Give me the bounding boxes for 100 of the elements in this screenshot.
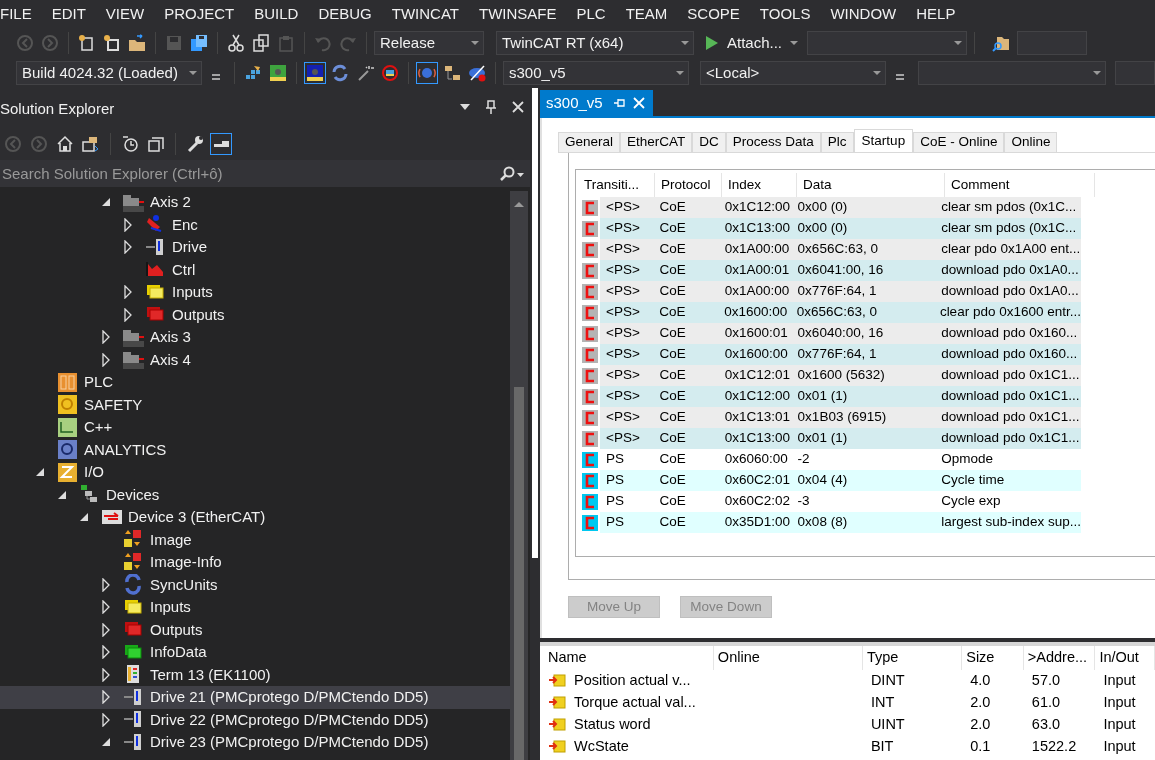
attach-button[interactable]: Attach... bbox=[705, 34, 799, 52]
column-header[interactable]: >Addre... bbox=[1023, 646, 1096, 670]
preview-icon[interactable] bbox=[210, 133, 232, 155]
table-row[interactable]: <PS> CoE 0x1A00:00 0x776F:64, 1 download pdo 0x1A0... bbox=[578, 281, 1081, 302]
expand-arrow-icon[interactable] bbox=[101, 667, 111, 682]
menu-item[interactable]: PLC bbox=[566, 0, 616, 28]
save-all-icon[interactable] bbox=[188, 32, 210, 54]
menu-item[interactable]: TOOLS bbox=[749, 0, 821, 28]
tree-item[interactable]: Drive 21 (PMCprotego D/PMCtendo DD5) bbox=[0, 686, 510, 709]
tree-item[interactable]: Inputs bbox=[0, 596, 510, 619]
table-row[interactable]: <PS> CoE 0x1A00:00 0x656C:63, 0 clear pdo 0x1A00 ent... bbox=[578, 239, 1081, 260]
folder-icon[interactable] bbox=[126, 32, 148, 54]
menu-item[interactable]: BUILD bbox=[244, 0, 309, 28]
menu-item[interactable]: TEAM bbox=[615, 0, 678, 28]
table-row[interactable]: <PS> CoE 0x1C13:01 0x1B03 (6915) download pdo 0x1C1... bbox=[578, 407, 1081, 428]
column-header[interactable]: Type bbox=[862, 646, 963, 670]
expand-arrow-icon[interactable] bbox=[101, 712, 111, 727]
menu-item[interactable]: WINDOW bbox=[820, 0, 907, 28]
expand-arrow-icon[interactable] bbox=[123, 217, 133, 232]
menu-item[interactable]: TWINSAFE bbox=[468, 0, 567, 28]
tree-item[interactable]: Axis 4 bbox=[0, 348, 510, 371]
scrollbar[interactable] bbox=[510, 191, 528, 760]
tree-item[interactable]: Outputs bbox=[0, 303, 510, 326]
collapse-arrow-icon[interactable] bbox=[35, 467, 45, 478]
tree-item[interactable]: Outputs bbox=[0, 618, 510, 641]
column-header[interactable]: In/Out bbox=[1095, 646, 1155, 670]
copy-icon[interactable] bbox=[250, 32, 272, 54]
gear-icon[interactable] bbox=[267, 62, 289, 84]
tree-item[interactable]: Devices bbox=[0, 483, 510, 506]
tree-item[interactable]: SyncUnits bbox=[0, 573, 510, 596]
tab[interactable]: DC bbox=[692, 132, 726, 152]
tree-item[interactable]: Drive bbox=[0, 236, 510, 259]
tree-item[interactable]: InfoData bbox=[0, 641, 510, 664]
menu-item[interactable]: SCOPE bbox=[677, 0, 750, 28]
table-row[interactable]: <PS> CoE 0x1C12:00 0x00 (0) clear sm pdos (0x1C... bbox=[578, 197, 1081, 218]
tree-item[interactable]: ANALYTICS bbox=[0, 438, 510, 461]
table-row[interactable]: <PS> CoE 0x1C12:01 0x1600 (5632) download pdo 0x1C1... bbox=[578, 365, 1081, 386]
collapse-arrow-icon[interactable] bbox=[101, 737, 111, 748]
tree-item[interactable]: Ctrl bbox=[0, 258, 510, 281]
scroll-up-icon[interactable] bbox=[514, 201, 524, 207]
search-icon[interactable] bbox=[498, 166, 524, 183]
tree-item[interactable]: Device 3 (EtherCAT) bbox=[0, 506, 510, 529]
menu-item[interactable]: FILE bbox=[0, 0, 42, 28]
tab[interactable]: General bbox=[558, 132, 621, 152]
collapse-arrow-icon[interactable] bbox=[101, 197, 111, 208]
scissors-icon[interactable] bbox=[225, 32, 247, 54]
tree-item[interactable]: Image bbox=[0, 528, 510, 551]
menu-item[interactable]: VIEW bbox=[95, 0, 155, 28]
table-row[interactable]: <PS> CoE 0x1A00:01 0x6041:00, 16 download pdo 0x1A0... bbox=[578, 260, 1081, 281]
tree-item[interactable]: C++ bbox=[0, 416, 510, 439]
collapse-arrow-icon[interactable] bbox=[57, 489, 67, 500]
expand-arrow-icon[interactable] bbox=[123, 240, 133, 255]
tree-item[interactable]: Drive 23 (PMCprotego D/PMCtendo DD5) bbox=[0, 731, 510, 754]
menu-item[interactable]: EDIT bbox=[41, 0, 96, 28]
column-header[interactable]: Online bbox=[713, 646, 863, 670]
expand-arrow-icon[interactable] bbox=[101, 330, 111, 345]
tab[interactable]: Process Data bbox=[725, 132, 821, 152]
restart-icon[interactable] bbox=[379, 62, 401, 84]
menu-item[interactable]: DEBUG bbox=[308, 0, 382, 28]
menu-item[interactable]: PROJECT bbox=[154, 0, 245, 28]
platform-dropdown[interactable]: TwinCAT RT (x64) bbox=[496, 31, 694, 55]
close-icon[interactable] bbox=[512, 101, 524, 113]
tab[interactable]: EtherCAT bbox=[620, 132, 693, 152]
tab[interactable]: CoE - Online bbox=[913, 132, 1005, 152]
build-dropdown[interactable]: Build 4024.32 (Loaded) bbox=[16, 61, 202, 85]
gear-icon[interactable] bbox=[304, 62, 326, 84]
tree-item[interactable]: Drive 22 (PMCprotego D/PMCtendo DD5) bbox=[0, 708, 510, 731]
table-row[interactable]: <PS> CoE 0x1C13:00 0x00 (0) clear sm pdos (0x1C... bbox=[578, 218, 1081, 239]
menu-item[interactable]: TWINCAT bbox=[381, 0, 469, 28]
cycle-icon[interactable] bbox=[416, 62, 438, 84]
dropdown-icon[interactable] bbox=[460, 104, 470, 110]
tree-item[interactable]: SAFETY bbox=[0, 393, 510, 416]
expand-arrow-icon[interactable] bbox=[123, 285, 133, 300]
menu-item[interactable]: HELP bbox=[906, 0, 966, 28]
expand-arrow-icon[interactable] bbox=[101, 690, 111, 705]
expand-arrow-icon[interactable] bbox=[101, 600, 111, 615]
tree-item[interactable]: Term 13 (EK1100) bbox=[0, 663, 510, 686]
tree-item[interactable]: I/O bbox=[0, 461, 510, 484]
tree-item[interactable]: Image-Info bbox=[0, 551, 510, 574]
collapse-arrow-icon[interactable] bbox=[79, 512, 89, 523]
column-header[interactable]: Size bbox=[962, 646, 1024, 670]
table-row[interactable]: PS CoE 0x35D1:00 0x08 (8) largest sub-index sup... bbox=[578, 512, 1081, 533]
expand-arrow-icon[interactable] bbox=[101, 622, 111, 637]
expand-arrow-icon[interactable] bbox=[123, 307, 133, 322]
tab[interactable]: Plc bbox=[820, 132, 854, 152]
tree-item[interactable]: PLC bbox=[0, 371, 510, 394]
tab[interactable]: Startup bbox=[853, 129, 914, 152]
route-dropdown[interactable]: <Local> bbox=[700, 61, 886, 85]
table-row[interactable]: <PS> CoE 0x1600:01 0x6040:00, 16 download pdo 0x160... bbox=[578, 323, 1081, 344]
expand-arrow-icon[interactable] bbox=[101, 645, 111, 660]
tree-item[interactable]: Axis 3 bbox=[0, 326, 510, 349]
table-row[interactable]: PS CoE 0x60C2:01 0x04 (4) Cycle time bbox=[578, 470, 1081, 491]
table-row[interactable]: <PS> CoE 0x1600:00 0x656C:63, 0 clear pdo 0x1600 entr... bbox=[578, 302, 1081, 323]
table-row[interactable]: <PS> CoE 0x1600:00 0x776F:64, 1 download pdo 0x160... bbox=[578, 344, 1081, 365]
tree-item[interactable]: Enc bbox=[0, 213, 510, 236]
table-row[interactable]: <PS> CoE 0x1C13:00 0x01 (1) download pdo 0x1C1... bbox=[578, 428, 1081, 449]
configuration-dropdown[interactable]: Release bbox=[374, 31, 484, 55]
pin-icon[interactable] bbox=[486, 100, 496, 114]
tab[interactable]: Online bbox=[1004, 132, 1058, 152]
target-dropdown[interactable]: s300_v5 bbox=[503, 61, 689, 85]
